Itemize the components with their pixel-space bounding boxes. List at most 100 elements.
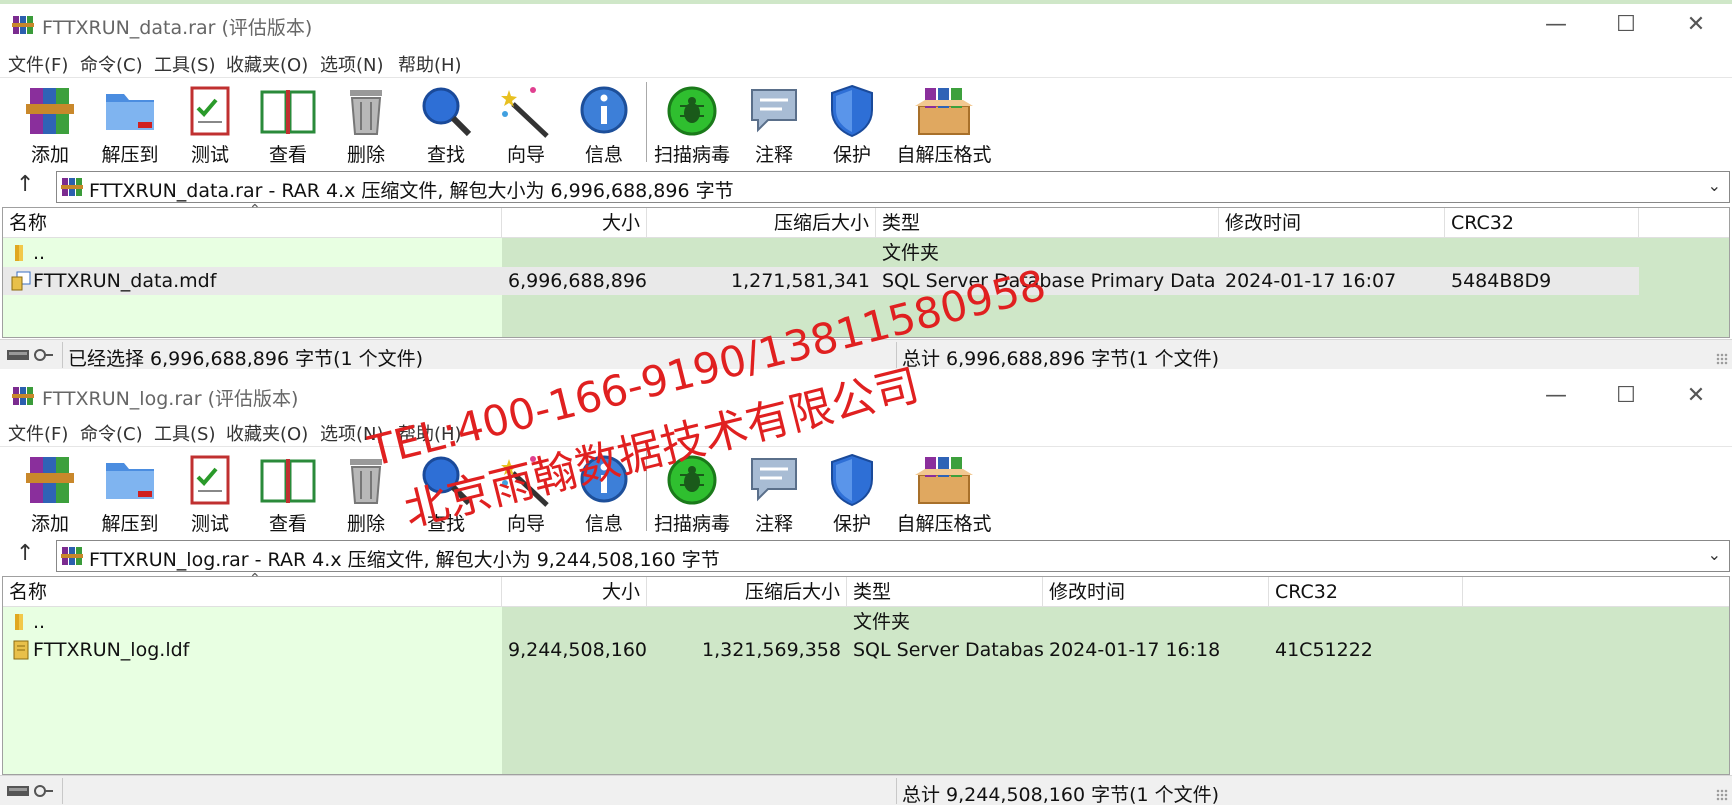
virus-scan-icon — [667, 455, 717, 505]
menu-favorites[interactable]: 收藏夹(O) — [226, 51, 308, 77]
scan-virus-button[interactable]: 扫描病毒 — [652, 449, 732, 539]
delete-button[interactable]: 删除 — [334, 449, 398, 539]
menu-tools[interactable]: 工具(S) — [154, 420, 215, 446]
address-combobox[interactable]: FTTXRUN_data.rar - RAR 4.x 压缩文件, 解包大小为 6… — [56, 171, 1730, 203]
maximize-button[interactable]: ☐ — [1606, 381, 1646, 411]
col-type[interactable]: 类型 — [876, 208, 1219, 238]
find-button[interactable]: 查找 — [414, 80, 478, 170]
add-button[interactable]: 添加 — [18, 449, 82, 539]
sfx-box-icon — [915, 457, 973, 504]
col-crc[interactable]: CRC32 — [1445, 208, 1639, 238]
magnifier-icon — [422, 87, 472, 137]
magnifier-icon — [422, 456, 472, 506]
minimize-button[interactable]: — — [1536, 381, 1576, 411]
wizard-button[interactable]: 向导 — [494, 449, 558, 539]
info-button[interactable]: 信息 — [572, 80, 636, 170]
add-button[interactable]: 添加 — [18, 80, 82, 170]
maximize-button[interactable]: ☐ — [1606, 10, 1646, 40]
title-bar[interactable]: FTTXRUN_data.rar (评估版本) — ☐ ✕ — [0, 6, 1732, 44]
checklist-icon — [190, 86, 230, 136]
folder-extract-icon — [106, 463, 154, 499]
col-packed[interactable]: 压缩后大小 — [647, 208, 876, 238]
info-button[interactable]: 信息 — [572, 449, 636, 539]
protect-button[interactable]: 保护 — [820, 80, 884, 170]
minimize-button[interactable]: — — [1536, 10, 1576, 40]
menu-options[interactable]: 选项(N) — [320, 420, 384, 446]
status-bar: 总计 9,244,508,160 字节(1 个文件) — [0, 775, 1732, 806]
col-name[interactable]: 名称 — [3, 577, 502, 607]
col-name[interactable]: 名称 — [3, 208, 502, 238]
extract-to-button[interactable]: 解压到 — [96, 80, 164, 170]
close-button[interactable]: ✕ — [1676, 10, 1716, 40]
menu-help[interactable]: 帮助(H) — [398, 420, 462, 446]
menu-command[interactable]: 命令(C) — [80, 420, 143, 446]
rar-archive-icon — [61, 178, 83, 196]
status-selected: 已经选择 6,996,688,896 字节(1 个文件) — [68, 348, 424, 370]
status-total: 总计 9,244,508,160 字节(1 个文件) — [902, 784, 1220, 806]
col-crc[interactable]: CRC32 — [1269, 577, 1463, 607]
list-item-parent[interactable]: .. 文件夹 — [3, 608, 1729, 636]
archive-path: FTTXRUN_data.rar - RAR 4.x 压缩文件, 解包大小为 6… — [89, 180, 734, 202]
add-archive-icon — [26, 88, 74, 134]
address-combobox[interactable]: FTTXRUN_log.rar - RAR 4.x 压缩文件, 解包大小为 9,… — [56, 540, 1730, 572]
close-button[interactable]: ✕ — [1676, 381, 1716, 411]
col-modified[interactable]: 修改时间 — [1043, 577, 1269, 607]
address-bar: ↑ FTTXRUN_log.rar - RAR 4.x 压缩文件, 解包大小为 … — [0, 539, 1732, 573]
archive-path: FTTXRUN_log.rar - RAR 4.x 压缩文件, 解包大小为 9,… — [89, 549, 720, 571]
col-size[interactable]: 大小 — [502, 208, 647, 238]
scan-virus-button[interactable]: 扫描病毒 — [652, 80, 732, 170]
comment-button[interactable]: 注释 — [742, 449, 806, 539]
view-button[interactable]: 查看 — [254, 449, 322, 539]
test-button[interactable]: 测试 — [178, 80, 242, 170]
protect-button[interactable]: 保护 — [820, 449, 884, 539]
find-button[interactable]: 查找 — [414, 449, 478, 539]
menu-bar: 文件(F) 命令(C) 工具(S) 收藏夹(O) 选项(N) 帮助(H) — [0, 48, 1732, 78]
menu-file[interactable]: 文件(F) — [8, 420, 68, 446]
resize-grip[interactable] — [1716, 789, 1728, 801]
window-title: FTTXRUN_log.rar (评估版本) — [42, 388, 299, 410]
list-header: ⌃ 名称 大小 压缩后大小 类型 修改时间 CRC32 — [3, 202, 1729, 238]
list-item-file[interactable]: FTTXRUN_data.mdf 6,996,688,896 1,271,581… — [3, 267, 1639, 295]
menu-options[interactable]: 选项(N) — [320, 51, 384, 77]
col-packed[interactable]: 压缩后大小 — [647, 577, 847, 607]
comment-icon — [751, 458, 797, 502]
open-book-icon — [260, 459, 316, 503]
menu-tools[interactable]: 工具(S) — [154, 51, 215, 77]
drive-key-icon — [7, 349, 53, 361]
sfx-button[interactable]: 自解压格式 — [896, 80, 992, 170]
extract-to-button[interactable]: 解压到 — [96, 449, 164, 539]
view-button[interactable]: 查看 — [254, 80, 322, 170]
shield-icon — [831, 453, 873, 507]
winrar-window-data: FTTXRUN_data.rar (评估版本) — ☐ ✕ 文件(F) 命令(C… — [0, 0, 1732, 370]
sfx-button[interactable]: 自解压格式 — [896, 449, 992, 539]
toolbar: 添加 解压到 测试 查看 删除 查找 向导 信息 扫描病毒 注释 保护 自解压格… — [0, 449, 1732, 539]
resize-grip[interactable] — [1716, 353, 1728, 365]
comment-button[interactable]: 注释 — [742, 80, 806, 170]
add-archive-icon — [26, 457, 74, 503]
checklist-icon — [190, 455, 230, 505]
top-edge — [0, 0, 1732, 4]
status-total: 总计 6,996,688,896 字节(1 个文件) — [902, 348, 1220, 370]
menu-help[interactable]: 帮助(H) — [398, 51, 462, 77]
up-folder-icon[interactable]: ↑ — [16, 172, 34, 197]
winrar-app-icon — [12, 387, 34, 405]
col-size[interactable]: 大小 — [502, 577, 647, 607]
test-button[interactable]: 测试 — [178, 449, 242, 539]
toolbar-separator — [646, 82, 647, 162]
list-item-parent[interactable]: .. 文件夹 — [3, 239, 1729, 267]
title-bar[interactable]: FTTXRUN_log.rar (评估版本) — ☐ ✕ — [0, 377, 1732, 415]
up-folder-icon[interactable]: ↑ — [16, 541, 34, 566]
folder-extract-icon — [106, 94, 154, 130]
chevron-down-icon[interactable]: ⌄ — [1708, 176, 1721, 195]
menu-favorites[interactable]: 收藏夹(O) — [226, 420, 308, 446]
menu-file[interactable]: 文件(F) — [8, 51, 68, 77]
delete-button[interactable]: 删除 — [334, 80, 398, 170]
col-modified[interactable]: 修改时间 — [1219, 208, 1445, 238]
virus-scan-icon — [667, 86, 717, 136]
chevron-down-icon[interactable]: ⌄ — [1708, 545, 1721, 564]
info-icon — [580, 86, 628, 134]
col-type[interactable]: 类型 — [847, 577, 1043, 607]
list-item-file[interactable]: FTTXRUN_log.ldf 9,244,508,160 1,321,569,… — [3, 636, 1729, 664]
menu-command[interactable]: 命令(C) — [80, 51, 143, 77]
wizard-button[interactable]: 向导 — [494, 80, 558, 170]
